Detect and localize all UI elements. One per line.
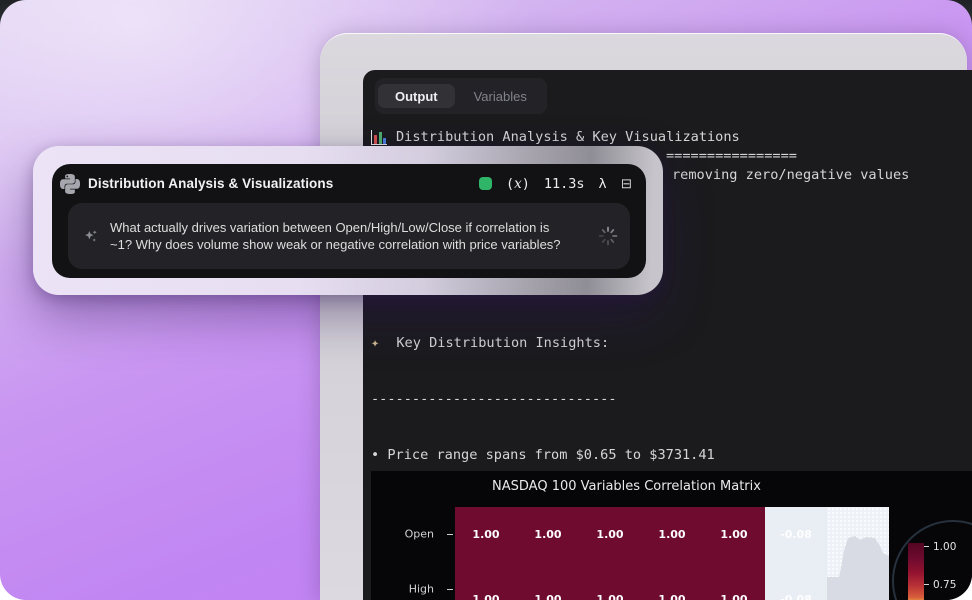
density-silhouette [827, 507, 889, 600]
terminal-separator: ================ [666, 147, 797, 166]
lambda-icon: λ [599, 176, 607, 192]
prompt-box[interactable]: What actually drives variation between O… [68, 203, 630, 269]
screenshot-canvas: Output Variables Distribution Analysis &… [0, 0, 972, 600]
terminal-partial-line: removing zero/negative values [672, 166, 909, 185]
timer-value: 11.3s [544, 176, 585, 192]
status-indicator [479, 177, 492, 190]
sparkle-icon: ✦ [371, 334, 379, 353]
card-header: Distribution Analysis & Visualizations (… [52, 164, 646, 203]
ai-sparkle-icon [81, 226, 101, 246]
tab-output[interactable]: Output [378, 84, 455, 108]
heatmap-cell: 1.00 [703, 507, 765, 562]
row-label-open: Open [405, 528, 434, 541]
loading-spinner [596, 224, 620, 248]
density-column [827, 507, 889, 600]
row-label-high: High [409, 583, 434, 596]
heatmap-cell: 1.00 [455, 562, 517, 600]
heatmap-cell: -0.08 [765, 507, 827, 562]
heatmap-cell: 1.00 [517, 562, 579, 600]
mean-variable-icon: (x) [506, 176, 530, 192]
row-tick [447, 589, 453, 590]
heatmap-cell: 1.00 [579, 507, 641, 562]
python-icon [60, 174, 80, 194]
heatmap-cell: 1.00 [579, 562, 641, 600]
minimize-icon[interactable]: ⊟ [621, 176, 632, 192]
heatmap-cell: 1.00 [517, 507, 579, 562]
bar-chart-icon [371, 130, 387, 145]
card-title: Distribution Analysis & Visualizations [88, 176, 333, 191]
heatmap-cell: -0.08 [765, 562, 827, 600]
heatmap-cell: 1.00 [641, 562, 703, 600]
tab-bar: Output Variables [375, 78, 547, 114]
insights-header-line: ✦ Key Distribution Insights: [371, 334, 936, 353]
heatmap-cell: 1.00 [641, 507, 703, 562]
insights-header: Key Distribution Insights: [388, 334, 609, 353]
terminal-heading-line: Distribution Analysis & Key Visualizatio… [371, 128, 740, 147]
prompt-text: What actually drives variation between O… [110, 219, 578, 254]
heatmap-cell: 1.00 [703, 562, 765, 600]
correlation-matrix-chart: NASDAQ 100 Variables Correlation Matrix … [371, 471, 972, 600]
card-header-controls: (x) 11.3s λ ⊟ [479, 164, 632, 203]
insights-underline: ------------------------------ [371, 390, 936, 409]
terminal-heading: Distribution Analysis & Key Visualizatio… [396, 128, 740, 147]
tab-variables[interactable]: Variables [457, 84, 544, 108]
heatmap: 1.00 1.00 1.00 1.00 1.00 -0.08 1.00 1.00… [455, 507, 889, 600]
row-tick [447, 534, 453, 535]
heatmap-cell: 1.00 [455, 507, 517, 562]
chart-title: NASDAQ 100 Variables Correlation Matrix [371, 479, 882, 494]
insight-line: • Price range spans from $0.65 to $3731.… [371, 446, 936, 465]
